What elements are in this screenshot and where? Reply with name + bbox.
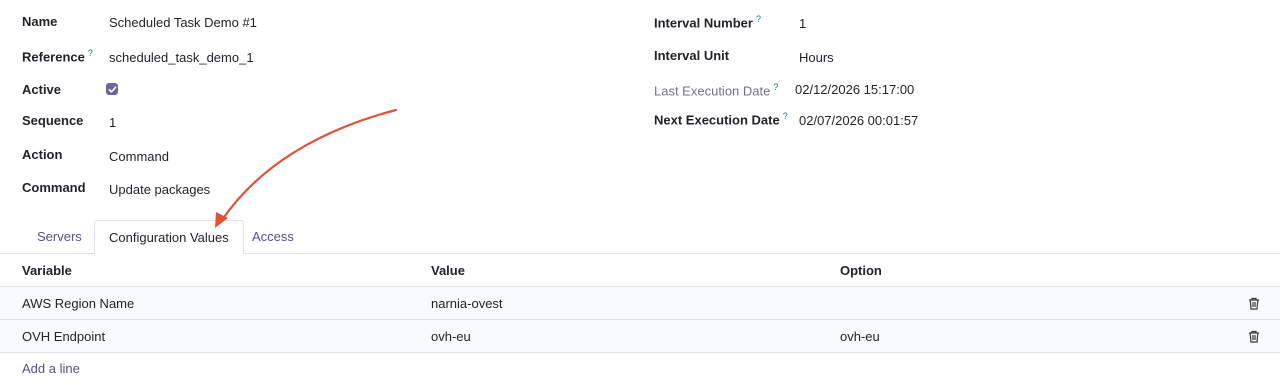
sequence-field[interactable]: 1 [109,115,116,130]
next-execution-help-icon[interactable]: ? [783,111,788,121]
reference-label: Reference? [22,48,93,64]
check-icon [108,85,116,93]
reference-label-text: Reference [22,49,85,65]
next-execution-field[interactable]: 02/07/2026 00:01:57 [799,113,918,128]
column-header-variable[interactable]: Variable [22,254,72,287]
last-execution-help-icon[interactable]: ? [773,82,778,92]
tab-access[interactable]: Access [238,220,308,254]
command-field[interactable]: Update packages [109,182,210,197]
notebook-tabs: Servers Configuration Values Access [0,220,1280,255]
interval-number-help-icon[interactable]: ? [756,14,761,24]
interval-unit-label: Interval Unit [654,48,730,63]
last-execution-field: 02/12/2026 15:17:00 [795,82,915,97]
table-header-row: Variable Value Option [0,254,1280,287]
last-execution-label-text: Last Execution Date [654,83,771,99]
interval-unit-field[interactable]: Hours [799,50,834,65]
variable-cell[interactable]: AWS Region Name [22,287,134,320]
tab-servers[interactable]: Servers [23,220,96,254]
next-execution-label-text: Next Execution Date [654,112,780,128]
active-checkbox[interactable] [106,83,118,95]
scheduled-task-form: Name Scheduled Task Demo #1 Reference? s… [0,0,1280,385]
active-label: Active [22,82,62,97]
table-row[interactable]: OVH Endpoint ovh-eu ovh-eu [0,320,1280,353]
value-cell[interactable]: ovh-eu [431,320,471,353]
interval-number-label: Interval Number? [654,14,761,30]
sequence-label: Sequence [22,113,84,128]
table-row[interactable]: AWS Region Name narnia-ovest [0,287,1280,320]
trash-icon[interactable] [1248,330,1260,343]
value-cell[interactable]: narnia-ovest [431,287,503,320]
add-line-link[interactable]: Add a line [22,361,80,376]
action-label: Action [22,147,63,162]
interval-number-field[interactable]: 1 [799,16,806,31]
last-execution-label: Last Execution Date? [654,82,778,98]
column-header-option[interactable]: Option [840,254,882,287]
configuration-values-table: Variable Value Option AWS Region Name na… [0,254,1280,353]
next-execution-label: Next Execution Date? [654,111,788,127]
command-label: Command [22,180,86,195]
column-header-value[interactable]: Value [431,254,465,287]
reference-help-icon[interactable]: ? [88,48,93,58]
option-cell[interactable]: ovh-eu [840,320,880,353]
interval-number-label-text: Interval Number [654,15,753,31]
tab-configuration-values[interactable]: Configuration Values [94,220,244,255]
trash-icon[interactable] [1248,297,1260,310]
name-label: Name [22,14,58,29]
action-field[interactable]: Command [109,149,169,164]
variable-cell[interactable]: OVH Endpoint [22,320,105,353]
name-field[interactable]: Scheduled Task Demo #1 [109,15,257,30]
reference-field[interactable]: scheduled_task_demo_1 [109,50,254,65]
